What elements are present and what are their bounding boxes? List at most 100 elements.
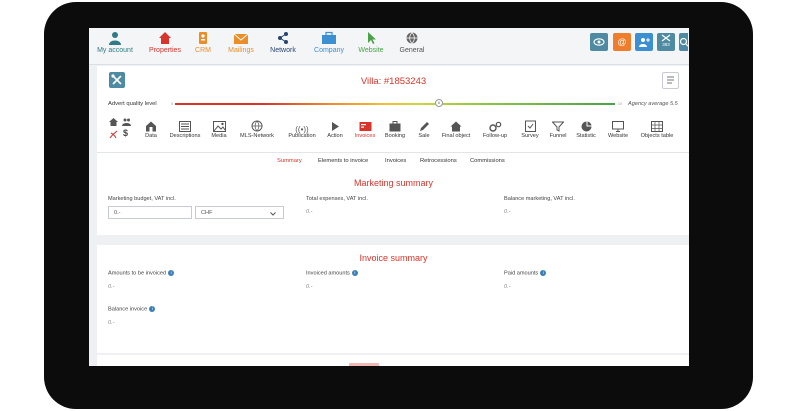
agency-average: Agency average 5.5 [628, 101, 678, 107]
module-funnel-icon[interactable] [551, 119, 565, 132]
user-icon [109, 32, 121, 45]
nav-general[interactable]: General [395, 31, 429, 61]
nav-label: Website [358, 47, 384, 54]
at-sign-icon: @ [617, 37, 627, 47]
module-website-icon[interactable] [611, 119, 625, 132]
info-icon[interactable]: i [168, 270, 175, 276]
tab-elements-to-invoice[interactable]: Elements to invoice [318, 158, 368, 164]
invoiced-amounts-value: 0.- [306, 284, 313, 290]
currency-select[interactable]: CHF [195, 206, 284, 219]
marketing-summary-card: Marketing summary Marketing budget, VAT … [97, 171, 689, 235]
paid-amounts-text: Paid amounts [504, 270, 539, 277]
info-icon[interactable]: i [540, 270, 547, 276]
pen-icon [419, 122, 429, 131]
module-mls-network[interactable]: MLS-Network [240, 133, 274, 139]
nav-label: Network [270, 47, 296, 54]
tab-invoices[interactable]: Invoices [385, 158, 406, 164]
image-icon [212, 121, 226, 132]
globe-icon [251, 120, 263, 132]
module-final-object[interactable]: Final object [442, 133, 471, 139]
module-invoices[interactable]: Invoices [355, 133, 376, 139]
module-descriptions-icon[interactable] [178, 119, 192, 132]
module-funnel[interactable]: Funnel [549, 133, 566, 139]
search-button[interactable] [679, 33, 689, 51]
user-plus-icon [639, 38, 650, 47]
nav-network[interactable]: Network [265, 31, 301, 61]
nav-label: Company [314, 47, 344, 54]
tab-summary[interactable]: Summary [277, 158, 302, 164]
module-statistic-icon[interactable] [579, 119, 593, 132]
module-final-object-icon[interactable] [449, 119, 463, 132]
module-descriptions[interactable]: Descriptions [170, 133, 201, 139]
nav-properties[interactable]: Properties [145, 31, 185, 61]
nav-my-account[interactable]: My account [95, 31, 135, 61]
balance-invoice-label: Balance invoice i [108, 306, 156, 313]
clipboard-check-icon [524, 120, 536, 132]
module-invoices-icon[interactable] [358, 119, 372, 131]
nav-website[interactable]: Website [353, 31, 389, 61]
module-survey-icon[interactable] [523, 119, 537, 132]
balance-invoice-value: 0.- [108, 320, 115, 326]
envelope-icon [233, 33, 249, 44]
quick-actions: $ [109, 118, 133, 140]
house-icon [159, 32, 171, 44]
house-key-icon[interactable] [109, 118, 118, 126]
module-booking-icon[interactable] [388, 119, 402, 132]
shuffle-icon [661, 34, 671, 42]
nav-mailings[interactable]: Mailings [223, 31, 259, 61]
module-objects-table[interactable]: Objects table [641, 133, 674, 139]
module-booking[interactable]: Booking [385, 133, 405, 139]
module-action-icon[interactable] [328, 119, 342, 131]
tab-commissions[interactable]: Commissions [470, 158, 505, 164]
module-media-icon[interactable] [212, 119, 226, 132]
module-action[interactable]: Action [327, 133, 343, 139]
invoice-summary-title: Invoice summary [359, 253, 428, 263]
quality-slider-handle[interactable]: 6 [435, 99, 443, 107]
module-statistic[interactable]: Statistic [576, 133, 596, 139]
next-section-title-cutoff [349, 363, 379, 366]
module-media[interactable]: Media [211, 133, 226, 139]
cursor-icon [368, 32, 376, 44]
invoice-summary-card: Invoice summary Amounts to be invoiced i … [97, 245, 689, 353]
balance-marketing-value: 0.- [504, 209, 511, 215]
module-objects-table-icon[interactable] [650, 119, 664, 132]
add-contact-button[interactable] [635, 33, 653, 51]
info-icon[interactable]: i [351, 270, 358, 276]
nav-label: Properties [149, 47, 181, 54]
module-data-icon[interactable] [144, 119, 158, 132]
matching-count: 383 [662, 42, 670, 47]
contact-card-icon [199, 32, 207, 44]
nav-crm[interactable]: CRM [191, 31, 215, 61]
nav-label: My account [97, 47, 133, 54]
matching-button[interactable]: 383 [657, 33, 675, 51]
share-network-icon [278, 32, 288, 44]
text-lines-icon [179, 121, 191, 132]
info-icon[interactable]: i [149, 306, 156, 312]
module-mls-icon[interactable] [250, 119, 264, 132]
module-follow-up[interactable]: Follow-up [483, 133, 507, 139]
preview-button[interactable] [590, 33, 608, 51]
pdf-icon[interactable] [109, 130, 118, 139]
module-sale[interactable]: Sale [418, 133, 429, 139]
globe-icon [406, 32, 418, 44]
balance-invoice-text: Balance invoice [108, 306, 148, 313]
dollar-icon[interactable]: $ [123, 128, 128, 138]
mail-button[interactable]: @ [613, 33, 631, 51]
tab-retrocessions[interactable]: Retrocessions [420, 158, 457, 164]
module-follow-up-icon[interactable] [488, 119, 502, 132]
property-header-card: Villa: #1853243 Advert quality level 0 6… [97, 66, 689, 180]
funnel-icon [551, 121, 565, 132]
module-publication[interactable]: Publication [288, 133, 315, 139]
house-plus-icon [450, 121, 462, 132]
module-data[interactable]: Data [145, 133, 157, 139]
module-survey[interactable]: Survey [521, 133, 538, 139]
nav-company[interactable]: Company [311, 31, 347, 61]
marketing-budget-input[interactable]: 0.- [108, 206, 192, 219]
module-publication-icon[interactable]: ((•)) [295, 119, 309, 134]
quality-max: 10 [618, 102, 622, 106]
notes-button[interactable] [662, 72, 679, 89]
briefcase-icon [322, 31, 336, 44]
module-website[interactable]: Website [608, 133, 628, 139]
module-sale-icon[interactable] [417, 119, 431, 131]
people-icon[interactable] [122, 118, 131, 126]
